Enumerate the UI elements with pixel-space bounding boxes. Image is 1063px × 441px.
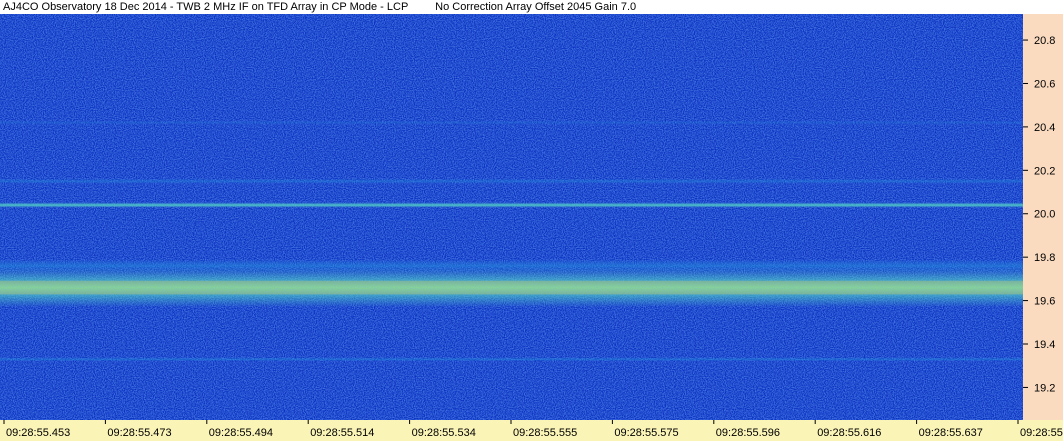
x-tick-label: 09:28:55.637: [919, 427, 983, 439]
x-tick-label: 09:28:55.575: [614, 427, 678, 439]
spectrogram-noise-overlay: [0, 14, 1023, 420]
y-tick-label: 20.8: [1034, 35, 1055, 47]
x-tick-label: 09:28:55.473: [107, 427, 171, 439]
spectrogram-svg: [0, 14, 1023, 420]
title-bar: AJ4CO Observatory 18 Dec 2014 - TWB 2 MH…: [0, 0, 1063, 14]
x-tick-label: 09:28:55.514: [310, 427, 374, 439]
y-tick-label: 19.4: [1034, 339, 1055, 351]
time-axis: 09:28:55.453 09:28:55.473 09:28:55.494 09:2…: [0, 420, 1063, 441]
time-axis-svg: 09:28:55.453 09:28:55.473 09:28:55.494 09:2…: [3, 420, 1063, 439]
x-tick-label: 09:28:55.534: [412, 427, 476, 439]
frequency-axis: 20.8 20.6 20.4 20.2 20.0 19.8 19.6 19.4 19.2: [1023, 14, 1063, 420]
x-tick-label: 09:28:55.596: [716, 427, 780, 439]
y-tick-label: 20.4: [1034, 122, 1055, 134]
x-tick-label: 09:28:55.616: [817, 427, 881, 439]
x-tick-label: 09:28:55.494: [209, 427, 273, 439]
spectrogram-plot: [0, 14, 1023, 420]
frequency-axis-svg: 20.8 20.6 20.4 20.2 20.0 19.8 19.6 19.4 19.2: [1023, 35, 1055, 394]
y-tick-label: 19.6: [1034, 296, 1055, 308]
y-tick-label: 19.8: [1034, 252, 1055, 264]
x-tick-label: 09:28:55.555: [513, 427, 577, 439]
chart-title: AJ4CO Observatory 18 Dec 2014 - TWB 2 MH…: [3, 1, 409, 13]
y-tick-label: 20.2: [1034, 165, 1055, 177]
settings-text: No Correction Array Offset 2045 Gain 7.0: [435, 1, 637, 13]
y-tick-label: 20.6: [1034, 78, 1055, 90]
y-tick-label: 20.0: [1034, 209, 1055, 221]
x-tick-label: 09:28:55.657: [1020, 427, 1063, 439]
y-tick-label: 19.2: [1034, 382, 1055, 394]
x-tick-label: 09:28:55.453: [6, 427, 70, 439]
